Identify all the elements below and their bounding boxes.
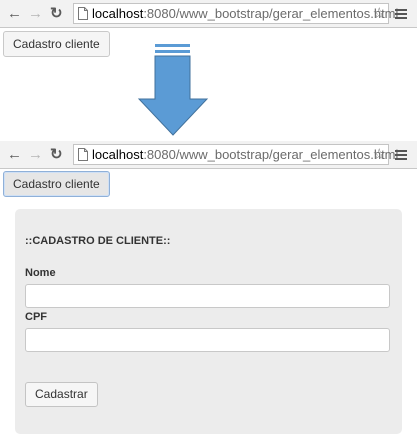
address-bar[interactable]: localhost:8080/www_bootstrap/gerar_eleme… xyxy=(73,3,398,24)
cadastro-cliente-form: ::CADASTRO DE CLIENTE:: Nome CPF Cadastr… xyxy=(15,209,402,434)
browser-toolbar-after: ← → ↻ localhost:8080/www_bootstrap/gerar… xyxy=(0,141,417,169)
cpf-input[interactable] xyxy=(25,328,390,352)
cadastro-cliente-button-active[interactable]: Cadastro cliente xyxy=(3,171,110,197)
page-icon xyxy=(78,148,88,161)
address-bar[interactable]: localhost:8080/www_bootstrap/gerar_eleme… xyxy=(73,144,398,165)
forward-arrow-icon[interactable]: → xyxy=(28,145,43,165)
menu-icon[interactable] xyxy=(395,150,407,160)
reload-icon[interactable]: ↻ xyxy=(50,145,63,165)
browser-toolbar-before: ← → ↻ localhost:8080/www_bootstrap/gerar… xyxy=(0,0,417,28)
menu-icon[interactable] xyxy=(395,9,407,19)
url-text: localhost:8080/www_bootstrap/gerar_eleme… xyxy=(92,6,399,21)
star-icon[interactable]: ☆ xyxy=(373,4,386,23)
page-icon xyxy=(78,7,88,20)
down-arrow-icon xyxy=(137,44,209,136)
reload-icon[interactable]: ↻ xyxy=(50,4,63,24)
cpf-label: CPF xyxy=(25,311,47,323)
back-arrow-icon[interactable]: ← xyxy=(7,4,22,24)
forward-arrow-icon[interactable]: → xyxy=(28,4,43,24)
back-arrow-icon[interactable]: ← xyxy=(7,145,22,165)
nome-input[interactable] xyxy=(25,284,390,308)
url-text: localhost:8080/www_bootstrap/gerar_eleme… xyxy=(92,147,399,162)
cadastrar-button[interactable]: Cadastrar xyxy=(25,382,98,407)
form-title: ::CADASTRO DE CLIENTE:: xyxy=(25,235,171,247)
cadastro-cliente-button[interactable]: Cadastro cliente xyxy=(3,31,110,57)
nome-label: Nome xyxy=(25,267,56,279)
star-icon[interactable]: ☆ xyxy=(373,145,386,164)
